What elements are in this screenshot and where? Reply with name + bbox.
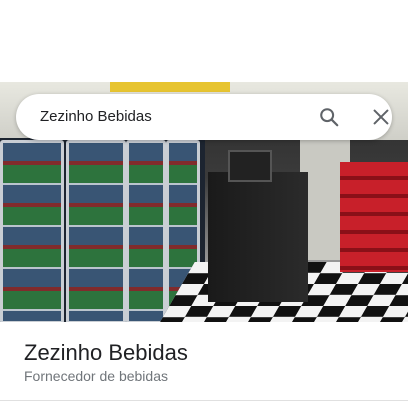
search-bar[interactable]: Zezinho Bebidas	[16, 94, 392, 140]
photo-counter	[208, 172, 308, 302]
divider	[0, 400, 408, 401]
close-icon[interactable]	[370, 106, 392, 128]
photo-crates	[340, 162, 408, 272]
place-category: Fornecedor de bebidas	[24, 368, 168, 384]
search-input[interactable]: Zezinho Bebidas	[40, 94, 152, 140]
fridge-door	[126, 140, 166, 322]
fridge-door	[66, 140, 126, 322]
fridge-door	[0, 140, 64, 322]
place-title: Zezinho Bebidas	[24, 340, 188, 365]
search-icon[interactable]	[318, 106, 340, 128]
photo-monitor	[228, 150, 272, 182]
photo-sign-strip	[110, 82, 230, 92]
top-blank-area	[0, 0, 408, 82]
